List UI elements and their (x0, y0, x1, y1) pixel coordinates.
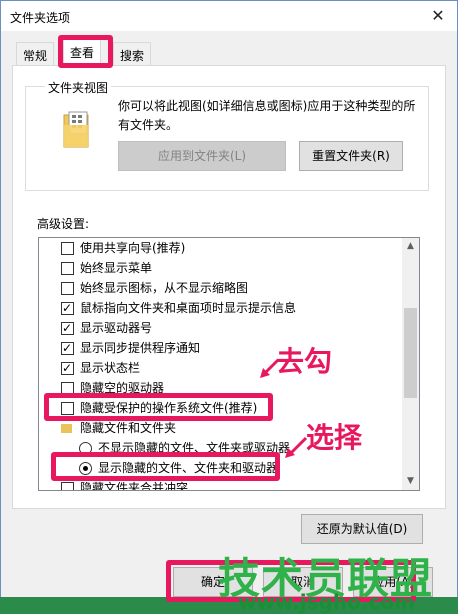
list-item[interactable]: 显示状态栏 (61, 358, 140, 378)
hidden-files-folder-node: 隐藏文件和文件夹 (61, 418, 176, 438)
checkbox[interactable] (61, 319, 74, 337)
list-item[interactable]: 显示同步提供程序通知 (61, 338, 200, 358)
radio[interactable] (79, 442, 92, 455)
scroll-down-icon[interactable]: ▼ (402, 473, 419, 490)
close-icon[interactable]: ✕ (427, 5, 449, 27)
show-hidden-files-item[interactable]: 显示隐藏的文件、文件夹和驱动器 (79, 458, 278, 478)
folder-views-description: 你可以将此视图(如详细信息或图标)应用于这种类型的所有文件夹。 (118, 99, 416, 132)
list-item[interactable]: 鼠标指向文件夹和桌面项时显示提示信息 (61, 298, 296, 318)
checkbox[interactable] (61, 359, 74, 377)
hide-protected-os-files-item[interactable]: 隐藏受保护的操作系统文件(推荐) (61, 398, 257, 418)
list-item[interactable]: 显示驱动器号 (61, 318, 152, 338)
list-item[interactable]: 隐藏空的驱动器 (61, 378, 164, 398)
checkbox[interactable] (61, 262, 74, 275)
hide-protected-os-files-checkbox[interactable] (61, 402, 74, 415)
list-item[interactable]: 使用共享向导(推荐) (61, 238, 185, 258)
list-item[interactable]: 始终显示菜单 (61, 258, 152, 278)
checkbox[interactable] (61, 339, 74, 357)
tab-view[interactable]: 查看 (63, 39, 102, 66)
folder-options-dialog: 文件夹选项 ✕ 常规 查看 搜索 文件夹视图 你可以将此视图(如详细信息或图标)… (0, 0, 458, 614)
annotation-uncheck: 去勾 (276, 345, 333, 378)
restore-defaults-button[interactable]: 还原为默认值(D) (301, 514, 423, 544)
reset-folders-button[interactable]: 重置文件夹(R) (299, 141, 403, 171)
advanced-settings-list[interactable]: 使用共享向导(推荐) 始终显示菜单 始终显示图标，从不显示缩略图 鼠标指向文件夹… (38, 237, 420, 491)
folder-views-legend: 文件夹视图 (45, 79, 112, 96)
checkbox[interactable] (61, 242, 74, 255)
arrow-icon (260, 358, 280, 378)
checkbox[interactable] (61, 382, 74, 395)
title-bar: 文件夹选项 ✕ (1, 1, 457, 31)
window-title: 文件夹选项 (10, 11, 71, 25)
scrollbar[interactable]: ▲ ▼ (402, 238, 419, 490)
checkbox[interactable] (61, 482, 74, 490)
checkbox[interactable] (61, 282, 74, 295)
folder-view-icon (63, 111, 89, 148)
list-item[interactable]: 不显示隐藏的文件、文件夹或驱动器 (79, 438, 290, 458)
tab-general[interactable]: 常规 (16, 42, 55, 65)
advanced-settings-label: 高级设置: (37, 217, 90, 231)
list-item[interactable]: 隐藏文件夹合并冲突 (61, 478, 188, 490)
tab-search[interactable]: 搜索 (113, 42, 152, 65)
folder-icon (61, 424, 72, 433)
annotation-select: 选择 (306, 421, 363, 454)
apply-to-folders-button[interactable]: 应用到文件夹(L) (118, 141, 286, 171)
list-item[interactable]: 始终显示图标，从不显示缩略图 (61, 278, 248, 298)
watermark-url: www.jsgho.com (238, 590, 415, 614)
scroll-thumb[interactable] (404, 308, 417, 398)
checkbox[interactable] (61, 299, 74, 317)
scroll-up-icon[interactable]: ▲ (402, 238, 419, 255)
show-hidden-files-radio[interactable] (79, 462, 92, 475)
arrow-icon (285, 436, 308, 458)
